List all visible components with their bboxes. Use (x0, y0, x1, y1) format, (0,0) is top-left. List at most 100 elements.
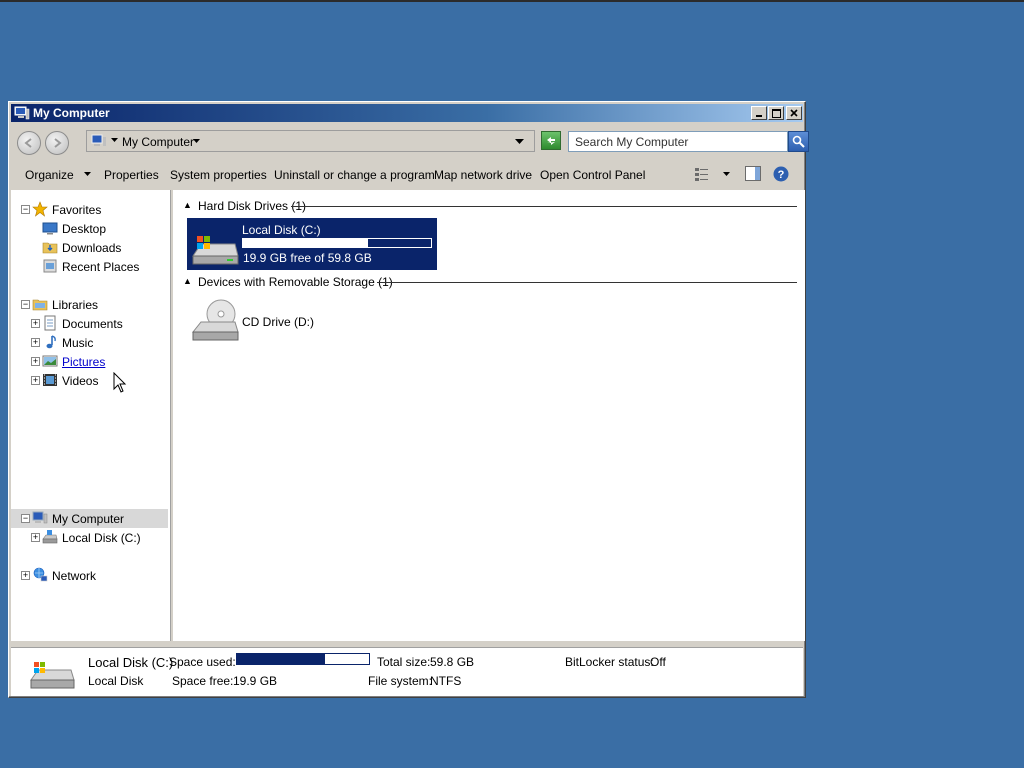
local-disk-c-free-text: 19.9 GB free of 59.8 GB (243, 251, 372, 265)
nav-downloads-label: Downloads (62, 241, 122, 255)
chevron-down-icon[interactable] (723, 172, 730, 177)
chevron-down-icon[interactable] (84, 172, 91, 177)
cd-drive-d-tile[interactable]: CD Drive (D:) (187, 298, 437, 344)
details-drive-type: Local Disk (88, 674, 144, 688)
nav-music-label: Music (62, 336, 94, 350)
music-icon (46, 335, 56, 349)
map-network-drive-button[interactable]: Map network drive (434, 168, 532, 182)
videos-icon (43, 374, 57, 386)
nav-recent-places[interactable]: Recent Places (11, 257, 168, 276)
properties-button[interactable]: Properties (104, 168, 159, 182)
details-total-size-value: 59.8 GB (430, 655, 475, 669)
details-usage-bar (236, 653, 370, 665)
refresh-button[interactable] (541, 131, 561, 150)
maximize-icon (771, 108, 781, 118)
desktop-icon (42, 222, 58, 235)
minimize-button[interactable] (751, 106, 767, 120)
nav-documents[interactable]: + Documents (11, 314, 168, 333)
back-button[interactable] (17, 131, 41, 155)
nav-libraries-label: Libraries (52, 298, 99, 312)
collapse-icon[interactable]: − (21, 300, 30, 309)
nav-pictures[interactable]: + Pictures (11, 352, 168, 371)
group-divider (291, 206, 797, 207)
collapse-caret-icon[interactable]: ▲ (183, 200, 192, 210)
local-disk-c-usage-bar (242, 238, 432, 248)
local-disk-c-name: Local Disk (C:) (242, 223, 321, 237)
nav-recent-places-label: Recent Places (62, 260, 140, 274)
organize-menu[interactable]: Organize (25, 168, 74, 182)
forward-button[interactable] (45, 131, 69, 155)
maximize-button[interactable] (768, 106, 784, 120)
details-drive-name: Local Disk (C:) (88, 655, 174, 670)
libraries-icon (32, 299, 48, 311)
cd-drive-d-name: CD Drive (D:) (242, 315, 314, 329)
downloads-folder-icon (42, 242, 58, 254)
expand-icon[interactable]: + (31, 338, 40, 347)
expand-icon[interactable]: + (31, 319, 40, 328)
nav-videos[interactable]: + Videos (11, 371, 168, 390)
screen-top-edge (0, 0, 1024, 2)
my-computer-window: My Computer My Computer Search My Comput… (8, 101, 809, 698)
cd-drive-icon (191, 299, 239, 341)
group-title: Devices with Removable Storage (1) (198, 275, 393, 289)
nav-network[interactable]: + Network (11, 566, 168, 585)
usage-bar-fill (237, 654, 326, 664)
window-title: My Computer (33, 106, 110, 120)
title-bar[interactable]: My Computer (11, 104, 803, 122)
nav-documents-label: Documents (62, 317, 123, 331)
details-space-free-value: 19.9 GB (233, 674, 278, 688)
search-input[interactable]: Search My Computer (568, 131, 788, 152)
nav-pictures-label: Pictures (62, 355, 106, 369)
local-disk-c-tile[interactable]: Local Disk (C:) 19.9 GB free of 59.8 GB (187, 218, 437, 270)
collapse-icon[interactable]: − (21, 514, 30, 523)
help-icon[interactable]: ? (773, 166, 789, 182)
details-space-free-label: Space free: (172, 674, 234, 688)
expand-icon[interactable]: + (31, 357, 40, 366)
hard-disk-drive-icon (192, 236, 239, 265)
search-button[interactable] (788, 131, 809, 152)
nav-music[interactable]: + Music (11, 333, 168, 352)
group-header-hard-disk-drives[interactable]: ▲ Hard Disk Drives (1) (183, 199, 797, 215)
forward-arrow-icon (54, 138, 62, 148)
close-icon (790, 109, 798, 117)
details-pane: Local Disk (C:) Local Disk Space used: S… (11, 647, 803, 696)
system-properties-button[interactable]: System properties (170, 168, 267, 182)
chevron-down-icon[interactable] (111, 138, 118, 143)
open-control-panel-button[interactable]: Open Control Panel (540, 168, 645, 182)
usage-bar-fill (243, 239, 369, 247)
back-arrow-icon (24, 138, 32, 148)
address-history-dropdown-icon[interactable] (515, 139, 524, 144)
collapse-caret-icon[interactable]: ▲ (183, 276, 192, 286)
address-crumb[interactable]: My Computer (122, 135, 194, 149)
nav-favorites[interactable]: − Favorites (11, 200, 168, 219)
network-icon (33, 567, 48, 582)
nav-downloads[interactable]: Downloads (11, 238, 168, 257)
change-view-icon[interactable] (695, 167, 711, 181)
chevron-down-icon[interactable] (193, 139, 200, 144)
svg-text:?: ? (778, 169, 785, 181)
hard-disk-drive-icon (30, 662, 75, 689)
hard-disk-icon (42, 530, 58, 544)
uninstall-program-button[interactable]: Uninstall or change a program (274, 168, 435, 182)
recent-places-icon (43, 259, 57, 273)
nav-libraries[interactable]: − Libraries (11, 295, 168, 314)
computer-icon (14, 106, 30, 120)
pictures-icon (42, 355, 58, 367)
navigation-pane: − Favorites Desktop Downloads Recent Pla… (11, 190, 171, 641)
nav-local-disk-c-label: Local Disk (C:) (62, 531, 141, 545)
collapse-icon[interactable]: − (21, 205, 30, 214)
preview-pane-icon[interactable] (745, 166, 761, 181)
expand-icon[interactable]: + (31, 376, 40, 385)
address-bar[interactable]: My Computer (86, 130, 535, 152)
expand-icon[interactable]: + (21, 571, 30, 580)
nav-local-disk-c[interactable]: + Local Disk (C:) (11, 528, 168, 547)
documents-icon (44, 315, 56, 331)
computer-icon (91, 134, 106, 146)
nav-desktop[interactable]: Desktop (11, 219, 168, 238)
group-header-removable-storage[interactable]: ▲ Devices with Removable Storage (1) (183, 275, 797, 291)
nav-my-computer[interactable]: − My Computer (11, 509, 168, 528)
nav-favorites-label: Favorites (52, 203, 102, 217)
expand-icon[interactable]: + (31, 533, 40, 542)
close-button[interactable] (786, 106, 802, 120)
nav-desktop-label: Desktop (62, 222, 107, 236)
